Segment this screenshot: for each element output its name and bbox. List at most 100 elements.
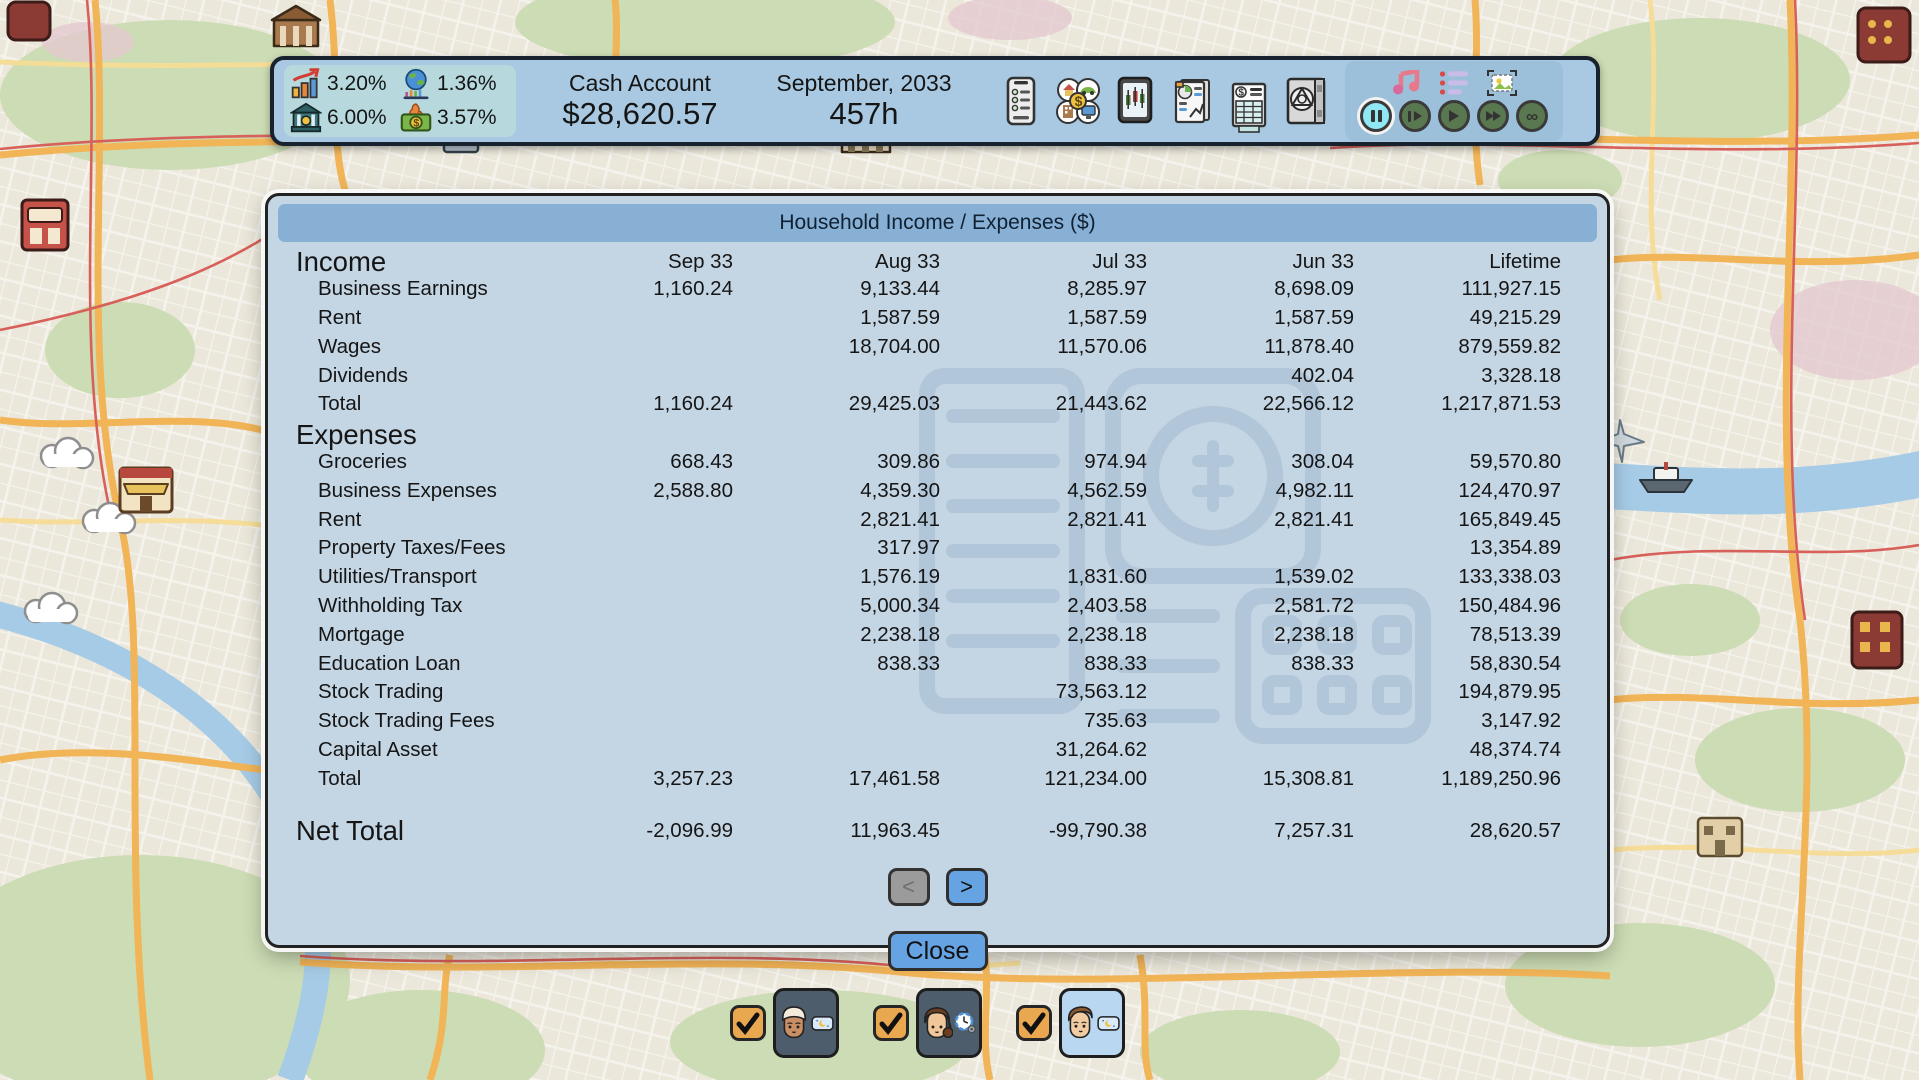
inflation-icon: $ [400,102,432,134]
table-cell: 8,285.97 [940,277,1147,301]
table-row: Stock Trading Fees735.633,147.92 [296,707,1561,736]
stocks-up-icon [290,68,322,100]
section-header: Income [296,246,526,278]
table-cell: 3,328.18 [1354,364,1561,388]
world-rate-value: 1.36% [437,72,497,96]
column-header: Jul 33 [940,250,1147,274]
bills-button[interactable]: $ [1224,80,1274,136]
next-month-button[interactable]: > [946,868,988,906]
column-header: Lifetime [1354,250,1561,274]
table-cell: 7,257.31 [1147,819,1354,843]
table-cell: 1,587.59 [733,306,940,330]
table-cell: 4,359.30 [733,479,940,503]
member-1-checkbox[interactable] [730,1005,766,1041]
member-2-avatar [921,1001,953,1045]
table-cell: 838.33 [940,652,1147,676]
row-label: Utilities/Transport [296,565,526,589]
member-3-checkbox[interactable] [1016,1005,1052,1041]
table-cell: 121,234.00 [940,767,1147,791]
reports-button[interactable] [1167,73,1217,129]
stock-market-button[interactable] [1110,73,1160,129]
world-markets-icon [400,68,432,100]
prev-month-button[interactable]: < [888,868,930,906]
table-row: Education Loan838.33838.33838.3358,830.5… [296,649,1561,678]
assets-button[interactable]: $ [1053,73,1103,129]
table-row: Wages18,704.0011,570.0611,878.40879,559.… [296,332,1561,361]
svg-text:$: $ [1075,93,1083,109]
table-cell: 2,581.72 [1147,594,1354,618]
assets-icon: $ [1054,75,1102,127]
fast-forward-button[interactable] [1477,100,1509,132]
column-header: Jun 33 [1147,250,1354,274]
table-cell: 2,403.58 [940,594,1147,618]
dialog-title: Household Income / Expenses ($) [278,204,1597,242]
income-expense-table: IncomeSep 33Aug 33Jul 33Jun 33LifetimeBu… [296,246,1561,844]
close-button[interactable]: Close [888,931,988,971]
game-screen: GYM 3.20% 1.36% 6.00% $ 3.57% Cash Accou… [0,0,1919,1080]
row-label: Dividends [296,364,526,388]
table-row: Rent2,821.412,821.412,821.41165,849.45 [296,505,1561,534]
member-3-card[interactable] [1059,988,1125,1058]
table-cell: 3,257.23 [526,767,733,791]
table-cell: 73,563.12 [940,680,1147,704]
music-icon[interactable] [1391,70,1421,96]
expenses-header-row: Expenses [296,419,1561,448]
stock-market-rate: 3.20% [290,68,400,100]
table-cell: 18,704.00 [733,335,940,359]
table-cell: 3,147.92 [1354,709,1561,733]
phone-tasks-button[interactable] [996,73,1046,129]
bank-rate-value: 6.00% [327,106,387,130]
table-cell: 2,238.18 [940,623,1147,647]
bills-icon: $ [1225,82,1273,134]
member-3-avatar [1064,1001,1096,1045]
row-label: Withholding Tax [296,594,526,618]
income-expenses-dialog: Household Income / Expenses ($) IncomeSe… [265,193,1610,948]
section-header: Expenses [296,419,526,451]
playlist-icon[interactable] [1439,70,1469,96]
table-cell: 1,189,250.96 [1354,767,1561,791]
play-button[interactable] [1438,100,1470,132]
table-row: Total3,257.2317,461.58121,234.0015,308.8… [296,764,1561,793]
row-label: Education Loan [296,652,526,676]
market-stats-panel: 3.20% 1.36% 6.00% $ 3.57% [284,65,516,137]
table-cell: 838.33 [733,652,940,676]
table-row: Business Expenses2,588.804,359.304,562.5… [296,476,1561,505]
table-cell: -2,096.99 [526,819,733,843]
svg-text:$: $ [413,117,419,129]
screenshot-icon[interactable] [1487,70,1517,96]
time-played: 457h [758,96,970,132]
table-cell: 974.94 [940,450,1147,474]
member-1-card[interactable] [773,988,839,1058]
table-cell: 59,570.80 [1354,450,1561,474]
table-cell: 13,354.89 [1354,536,1561,560]
member-2-checkbox[interactable] [873,1005,909,1041]
table-cell: 1,217,871.53 [1354,392,1561,416]
table-row: Stock Trading73,563.12194,879.95 [296,678,1561,707]
busy-clock-icon [954,1010,977,1036]
step-button[interactable] [1399,100,1431,132]
table-cell: 150,484.96 [1354,594,1561,618]
row-label: Business Expenses [296,479,526,503]
sleep-pillow-icon [1097,1011,1120,1035]
table-cell: 1,539.02 [1147,565,1354,589]
table-cell: 1,160.24 [526,277,733,301]
table-cell: 133,338.03 [1354,565,1561,589]
phone-tasks-icon [997,75,1045,127]
building-icon [1698,818,1742,856]
store-icon [120,468,172,512]
table-row: Withholding Tax 5,000.342,403.582,581.721… [296,592,1561,621]
obituary-button[interactable] [1281,73,1331,129]
table-cell: 21,443.62 [940,392,1147,416]
member-2-card[interactable] [916,988,982,1058]
pause-button[interactable] [1360,100,1392,132]
row-label: Mortgage [296,623,526,647]
net-total-row: Net Total-2,096.9911,963.45-99,790.387,2… [296,815,1561,844]
member-1-avatar [778,1001,810,1045]
bank-rate: 6.00% [290,102,400,134]
bank-icon [290,102,322,134]
family-member-2 [873,988,982,1058]
table-cell: 5,000.34 [733,594,940,618]
max-speed-button[interactable]: ∞ [1516,100,1548,132]
reports-icon [1168,75,1216,127]
inflation-rate-value: 3.57% [437,106,497,130]
